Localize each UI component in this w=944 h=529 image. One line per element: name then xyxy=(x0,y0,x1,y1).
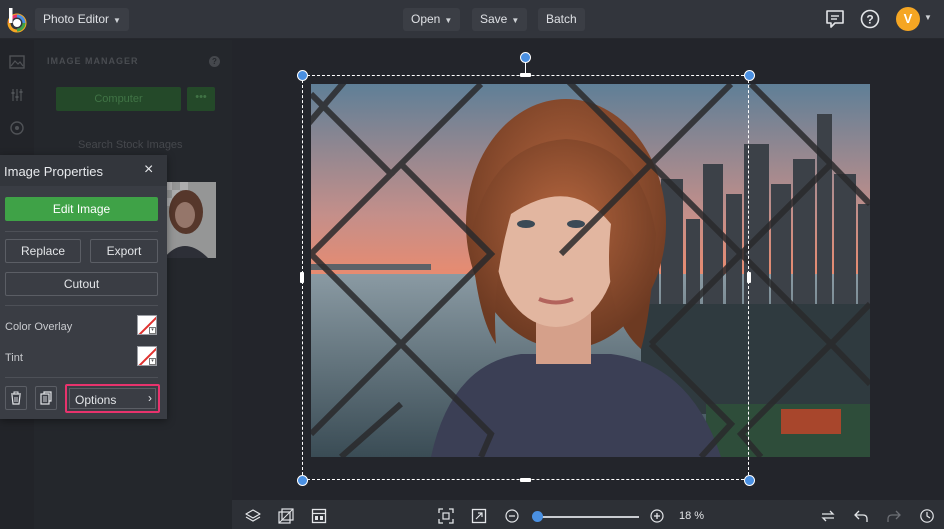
chevron-right-icon: › xyxy=(148,391,152,405)
crop-canvas-icon[interactable] xyxy=(278,508,294,524)
chevron-down-icon[interactable]: ▼ xyxy=(924,13,932,22)
resize-handle-bottom[interactable] xyxy=(520,478,531,482)
trash-icon xyxy=(11,391,21,405)
image-properties-panel: Image Properties × Edit Image Replace Ex… xyxy=(0,155,167,419)
options-label: Options xyxy=(75,393,117,407)
resize-handle-left[interactable] xyxy=(300,272,304,283)
zoom-slider-track[interactable] xyxy=(537,516,639,518)
computer-upload-button[interactable]: Computer xyxy=(56,87,181,111)
befunky-logo-icon[interactable] xyxy=(6,7,28,33)
save-label: Save xyxy=(480,12,508,26)
layout-icon[interactable] xyxy=(311,508,327,524)
history-icon[interactable] xyxy=(919,508,935,524)
batch-button[interactable]: Batch xyxy=(538,8,585,31)
options-button[interactable]: Options › xyxy=(65,384,160,413)
app-name-label: Photo Editor xyxy=(43,12,110,26)
chevron-down-icon: ▾ xyxy=(149,358,156,365)
edit-image-button[interactable]: Edit Image xyxy=(5,197,158,221)
resize-handle-top[interactable] xyxy=(520,73,531,77)
chat-icon[interactable] xyxy=(824,8,846,30)
selection-box[interactable] xyxy=(302,75,749,480)
undo-icon[interactable] xyxy=(853,508,869,524)
divider xyxy=(5,231,158,232)
cutout-button[interactable]: Cutout xyxy=(5,272,158,296)
more-sources-button[interactable]: ••• xyxy=(187,87,215,111)
color-overlay-label: Color Overlay xyxy=(5,321,73,333)
top-bar: Photo Editor ▼ Open ▼ Save ▼ Batch ? V ▼ xyxy=(0,0,944,39)
resize-handle-top-left[interactable] xyxy=(297,70,308,81)
thumbnail-portrait-image xyxy=(164,182,216,258)
export-button[interactable]: Export xyxy=(90,239,158,263)
rotate-handle[interactable] xyxy=(520,52,531,63)
open-menu[interactable]: Open ▼ xyxy=(403,8,461,31)
chevron-down-icon: ▼ xyxy=(444,16,453,25)
resize-handle-bottom-right[interactable] xyxy=(744,475,755,486)
fit-to-screen-icon[interactable] xyxy=(438,508,454,524)
batch-label: Batch xyxy=(546,12,577,26)
bottom-toolbar xyxy=(232,500,944,529)
duplicate-icon xyxy=(40,391,52,405)
image-thumbnail[interactable] xyxy=(164,182,216,258)
save-menu[interactable]: Save ▼ xyxy=(472,8,528,31)
chevron-down-icon: ▼ xyxy=(511,16,520,25)
resize-handle-right[interactable] xyxy=(747,272,751,283)
open-label: Open xyxy=(411,12,441,26)
resize-handle-top-right[interactable] xyxy=(744,70,755,81)
redo-icon[interactable] xyxy=(886,508,902,524)
layers-icon[interactable] xyxy=(245,508,261,524)
adjust-sliders-icon[interactable] xyxy=(9,87,25,103)
zoom-out-icon[interactable] xyxy=(504,508,520,524)
options-button-inner: Options › xyxy=(69,388,156,409)
image-properties-title: Image Properties xyxy=(4,164,103,179)
image-properties-header: Image Properties × xyxy=(0,155,167,186)
tint-label: Tint xyxy=(5,352,23,364)
help-icon[interactable]: ? xyxy=(859,8,881,30)
zoom-slider-thumb[interactable] xyxy=(532,511,543,522)
resize-handle-bottom-left[interactable] xyxy=(297,475,308,486)
divider xyxy=(5,377,158,378)
effects-circle-icon[interactable] xyxy=(9,120,25,136)
search-stock-images-link[interactable]: Search Stock Images xyxy=(78,139,183,151)
chevron-down-icon: ▼ xyxy=(113,16,121,25)
delete-button[interactable] xyxy=(5,386,27,410)
user-avatar[interactable]: V xyxy=(896,7,920,31)
actual-size-icon[interactable] xyxy=(471,508,487,524)
swap-icon[interactable] xyxy=(820,508,836,524)
tint-swatch[interactable]: ▾ xyxy=(137,346,157,366)
zoom-percentage: 18 % xyxy=(679,510,705,522)
image-manager-title: IMAGE MANAGER xyxy=(47,56,139,66)
svg-text:?: ? xyxy=(866,13,873,27)
replace-button[interactable]: Replace xyxy=(5,239,81,263)
zoom-in-icon[interactable] xyxy=(649,508,665,524)
image-icon[interactable] xyxy=(9,54,25,70)
help-icon[interactable]: ? xyxy=(209,56,220,67)
divider xyxy=(5,305,158,306)
duplicate-button[interactable] xyxy=(35,386,57,410)
chevron-down-icon: ▾ xyxy=(149,327,156,334)
photo-editor-menu[interactable]: Photo Editor ▼ xyxy=(35,8,129,31)
color-overlay-swatch[interactable]: ▾ xyxy=(137,315,157,335)
close-icon[interactable]: × xyxy=(144,162,153,178)
